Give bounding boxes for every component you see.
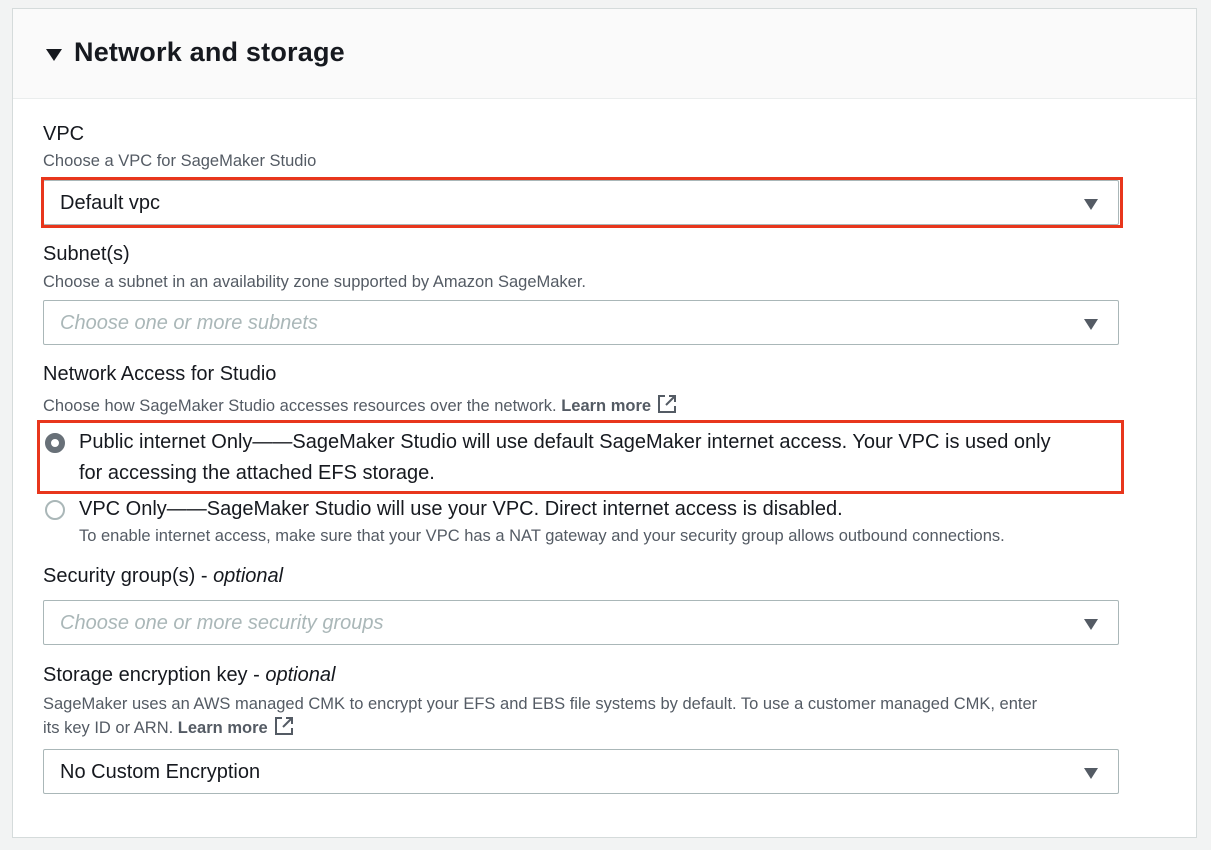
external-link-icon[interactable]	[274, 716, 294, 736]
vpc-description: Choose a VPC for SageMaker Studio	[43, 152, 317, 170]
network-storage-panel: Network and storage VPC Choose a VPC for…	[12, 8, 1197, 838]
security-groups-optional: optional	[213, 565, 284, 587]
subnets-select[interactable]: Choose one or more subnets	[43, 300, 1119, 345]
encryption-select[interactable]: No Custom Encryption	[43, 749, 1119, 794]
subnets-label: Subnet(s)	[43, 243, 130, 265]
section-title: Network and storage	[74, 37, 345, 67]
network-access-description: Choose how SageMaker Studio accesses res…	[43, 394, 677, 416]
security-groups-select[interactable]: Choose one or more security groups	[43, 600, 1119, 645]
encryption-description-line2: its key ID or ARN.	[43, 719, 174, 737]
network-access-label: Network Access for Studio	[43, 363, 277, 385]
encryption-label: Storage encryption key - optional	[43, 664, 335, 687]
radio-public-internet[interactable]	[45, 433, 65, 453]
radio-vpc-only[interactable]	[45, 500, 65, 520]
encryption-select-value: No Custom Encryption	[60, 761, 261, 783]
vpc-select[interactable]: Default vpc	[43, 180, 1119, 225]
dropdown-arrow-icon	[1084, 768, 1098, 779]
option-vpc-only-text[interactable]: VPC Only——SageMaker Studio will use your…	[79, 494, 1139, 525]
learn-more-link[interactable]: Learn more	[178, 719, 268, 737]
security-groups-label: Security group(s) - optional	[43, 565, 283, 588]
dropdown-arrow-icon	[1084, 199, 1098, 210]
encryption-description-line1: SageMaker uses an AWS managed CMK to enc…	[43, 695, 1038, 713]
security-groups-placeholder: Choose one or more security groups	[60, 612, 384, 634]
caret-down-icon[interactable]	[46, 49, 62, 61]
external-link-icon[interactable]	[657, 394, 677, 414]
security-groups-label-text: Security group(s) -	[43, 565, 214, 587]
network-access-description-text: Choose how SageMaker Studio accesses res…	[43, 397, 557, 415]
subnets-placeholder: Choose one or more subnets	[60, 312, 318, 334]
option-public-internet-line1: Public internet Only——SageMaker Studio w…	[79, 431, 1051, 453]
subnets-description: Choose a subnet in an availability zone …	[43, 273, 587, 291]
option-vpc-only-subtext: To enable internet access, make sure tha…	[79, 527, 1005, 545]
learn-more-link[interactable]: Learn more	[561, 397, 651, 415]
encryption-description-line2-wrap: its key ID or ARN. Learn more	[43, 716, 1133, 740]
encryption-optional: optional	[265, 664, 336, 686]
dropdown-arrow-icon	[1084, 619, 1098, 630]
vpc-select-value: Default vpc	[60, 192, 161, 214]
vpc-label: VPC	[43, 123, 85, 145]
section-header[interactable]: Network and storage	[13, 9, 1196, 99]
encryption-description: SageMaker uses an AWS managed CMK to enc…	[43, 693, 1133, 740]
encryption-label-text: Storage encryption key -	[43, 664, 266, 686]
dropdown-arrow-icon	[1084, 319, 1098, 330]
option-public-internet-line2: for accessing the attached EFS storage.	[79, 462, 435, 484]
option-public-internet-text[interactable]: Public internet Only——SageMaker Studio w…	[79, 427, 1119, 489]
